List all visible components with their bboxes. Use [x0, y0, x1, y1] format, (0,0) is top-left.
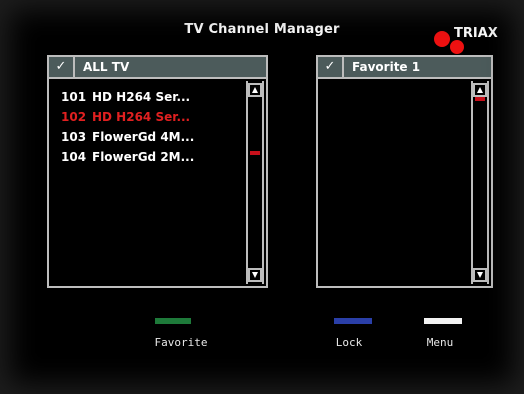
favorite-title: Favorite 1 — [352, 60, 421, 74]
channel-scrollbar[interactable] — [246, 81, 264, 284]
favorite-panel: ✓ Favorite 1 — [316, 55, 493, 288]
check-icon[interactable]: ✓ — [322, 57, 338, 77]
scroll-thumb[interactable] — [250, 151, 260, 155]
logo-dot-icon — [450, 40, 464, 54]
divider — [73, 57, 75, 77]
divider — [342, 57, 344, 77]
brand-name: TRIAX — [454, 26, 498, 41]
menu-key-label[interactable]: Menu — [390, 336, 490, 349]
channel-item-selected[interactable]: 102 HD H264 Ser... — [61, 107, 251, 127]
scroll-up-arrow-icon[interactable] — [473, 83, 487, 97]
channel-item[interactable]: 101 HD H264 Ser... — [61, 87, 251, 107]
favorite-scrollbar[interactable] — [471, 81, 489, 284]
white-key-icon — [424, 318, 462, 324]
favorite-header[interactable]: ✓ Favorite 1 — [318, 57, 491, 79]
all-tv-header[interactable]: ✓ ALL TV — [49, 57, 266, 79]
scroll-thumb[interactable] — [475, 97, 485, 101]
scroll-down-arrow-icon[interactable] — [473, 268, 487, 282]
all-tv-title: ALL TV — [83, 60, 130, 74]
scroll-down-arrow-icon[interactable] — [248, 268, 262, 282]
channel-item[interactable]: 103 FlowerGd 4M... — [61, 127, 251, 147]
check-icon[interactable]: ✓ — [53, 57, 69, 77]
channel-list: 101 HD H264 Ser... 102 HD H264 Ser... 103 F… — [61, 87, 251, 167]
green-key-icon — [155, 318, 191, 324]
logo-dot-icon — [434, 31, 450, 47]
all-tv-panel: ✓ ALL TV 101 HD H264 Ser... 102 HD H264 Se… — [47, 55, 268, 288]
lock-key-label[interactable]: Lock — [299, 336, 399, 349]
tv-screen: TV Channel Manager TRIAX ✓ ALL TV 101 HD … — [0, 0, 524, 394]
scroll-up-arrow-icon[interactable] — [248, 83, 262, 97]
channel-item[interactable]: 104 FlowerGd 2M... — [61, 147, 251, 167]
favorite-key-label[interactable]: Favorite — [131, 336, 231, 349]
blue-key-icon — [334, 318, 372, 324]
